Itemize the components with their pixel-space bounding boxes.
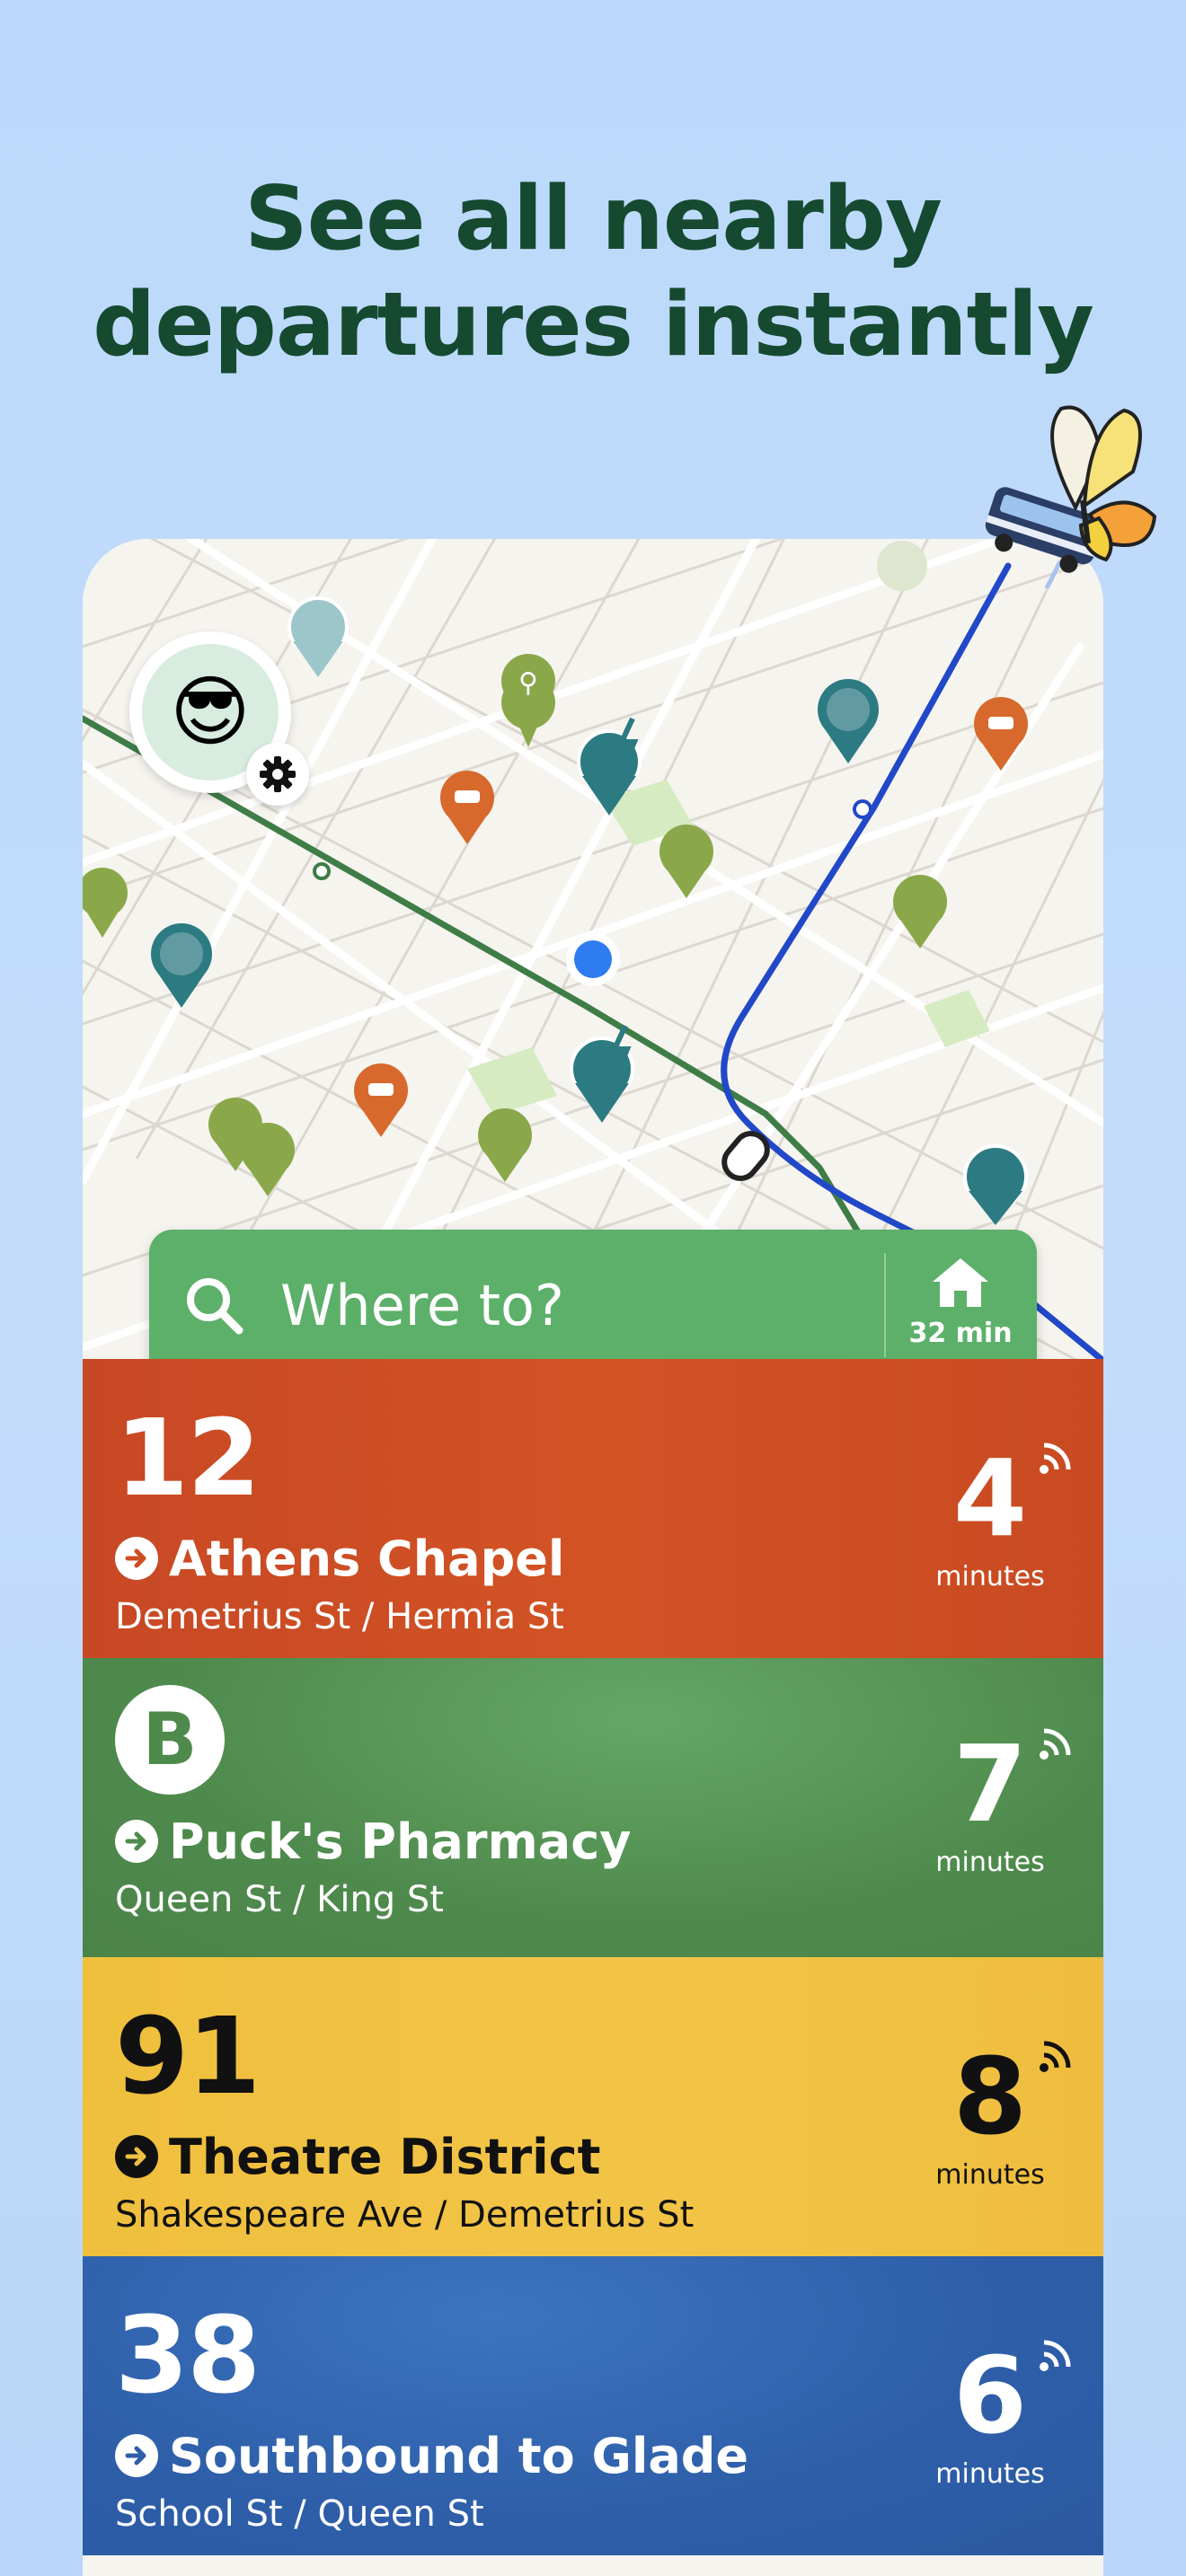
search-input[interactable]: Where to? [280, 1275, 564, 1337]
search-bar[interactable]: Where to? 32 min [149, 1230, 1037, 1381]
stop-name: Demetrius St / Hermia St [115, 1596, 564, 1637]
stop-name: Queen St / King St [115, 1879, 444, 1920]
destination-name: Theatre District [169, 2128, 601, 2185]
minutes-unit: minutes [935, 1847, 1045, 1878]
home-travel-time: 32 min [908, 1318, 1013, 1349]
search-icon [187, 1278, 243, 1335]
route-number: 38 [115, 2293, 261, 2417]
realtime-signal-icon [1040, 1728, 1071, 1760]
arrow-right-icon [115, 1820, 158, 1863]
departure-time: 8 minutes [918, 2041, 1080, 2191]
home-icon [933, 1258, 988, 1307]
departure-row[interactable]: B Puck's Pharmacy Queen St / King St 7 m… [83, 1658, 1103, 1957]
departure-time: 6 minutes [918, 2340, 1080, 2490]
scooter-pin-green-faded[interactable] [877, 541, 927, 591]
minutes-unit: minutes [935, 2458, 1045, 2490]
departure-row[interactable]: 12 Athens Chapel Demetrius St / Hermia S… [83, 1359, 1103, 1658]
destination-name: Athens Chapel [169, 1530, 565, 1587]
svg-text:⚲: ⚲ [518, 667, 538, 699]
butterfly-bus-mascot-icon [985, 405, 1157, 588]
route-number: 12 [115, 1396, 261, 1520]
destination-name: Southbound to Glade [169, 2427, 749, 2484]
stop-name: School St / Queen St [115, 2493, 484, 2535]
route-badge: B [115, 1685, 225, 1795]
sunglasses-emoji-icon: 😎 [170, 667, 251, 757]
realtime-signal-icon [1040, 2340, 1071, 2371]
realtime-signal-icon [1040, 1442, 1071, 1474]
departure-time: 7 minutes [918, 1728, 1080, 1878]
destination-name: Puck's Pharmacy [169, 1813, 632, 1870]
gear-icon [260, 756, 296, 792]
departure-row[interactable]: 38 Southbound to Glade School St / Queen… [83, 2256, 1103, 2555]
departure-row[interactable]: 91 Theatre District Shakespeare Ave / De… [83, 1957, 1103, 2256]
arrow-right-icon [115, 2434, 158, 2477]
settings-button[interactable] [246, 743, 309, 806]
headline-line-2: departures instantly [93, 274, 1094, 376]
stop-name: Shakespeare Ave / Demetrius St [115, 2194, 695, 2236]
headline: See all nearby departures instantly [0, 166, 1186, 378]
user-location-dot [566, 932, 620, 986]
realtime-signal-icon [1040, 2041, 1071, 2072]
arrow-right-icon [115, 1537, 158, 1580]
headline-line-1: See all nearby [244, 168, 943, 270]
route-number: 91 [115, 1994, 261, 2118]
minutes-unit: minutes [935, 1561, 1045, 1592]
home-shortcut-button[interactable]: 32 min [902, 1255, 1019, 1349]
arrow-right-icon [115, 2135, 158, 2178]
departure-time: 4 minutes [918, 1442, 1080, 1592]
app-card: ⚲ 😎 Where to? 32 min 12 Athens Chapel De… [83, 539, 1103, 2576]
minutes-unit: minutes [935, 2159, 1045, 2191]
search-divider [884, 1253, 886, 1357]
